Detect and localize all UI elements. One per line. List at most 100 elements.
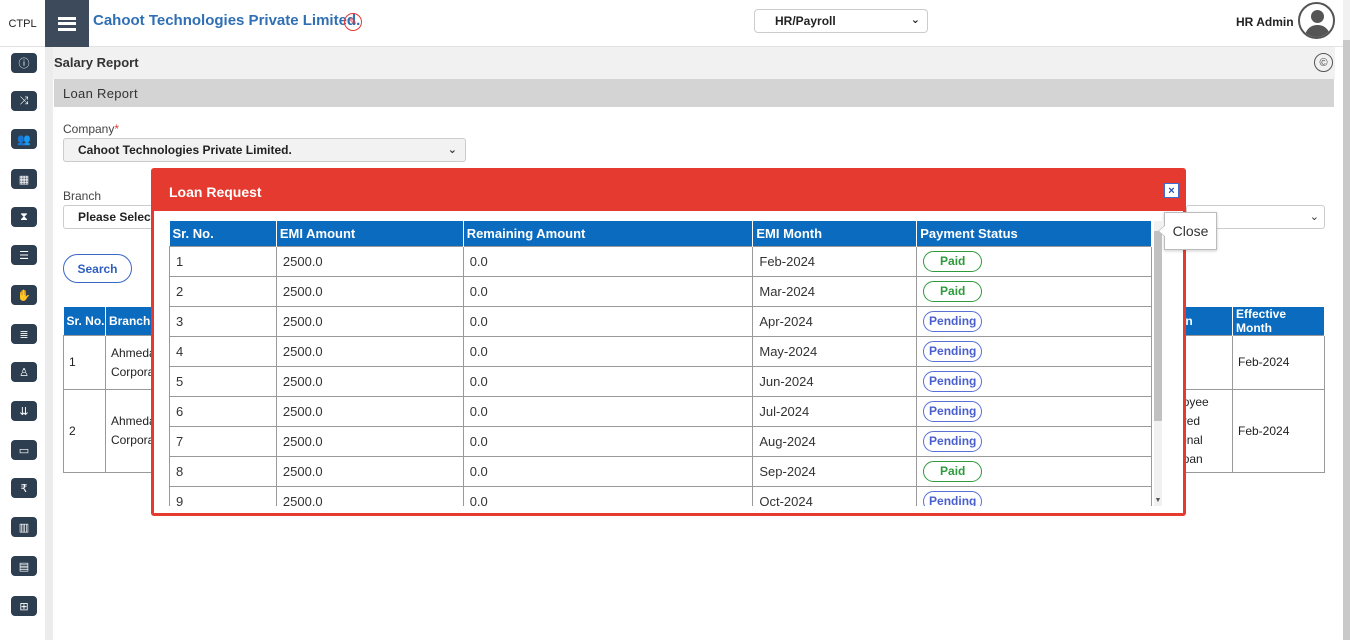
cell-emi-month: Jul-2024 bbox=[752, 395, 918, 427]
cell-emi-month: Oct-2024 bbox=[752, 485, 918, 506]
column-header: Remaining Amount bbox=[463, 221, 754, 246]
status-badge: Pending bbox=[923, 490, 983, 506]
company-select[interactable]: Cahoot Technologies Private Limited. ⌄ bbox=[63, 138, 466, 162]
cell-sr: 1 bbox=[63, 335, 106, 390]
column-header: EMI Month bbox=[752, 221, 918, 246]
briefcase-icon[interactable]: ▤ bbox=[11, 556, 37, 576]
page-header: Salary Report © bbox=[53, 47, 1335, 79]
status-badge: Pending bbox=[923, 430, 983, 452]
table-row[interactable]: 1 2500.0 0.0 Feb-2024 Paid bbox=[169, 245, 1152, 277]
cell-remaining-amount: 0.0 bbox=[462, 305, 754, 337]
brand-short[interactable]: CTPL bbox=[0, 0, 45, 47]
cell-remaining-amount: 0.0 bbox=[462, 335, 754, 367]
money-icon[interactable]: ▭ bbox=[11, 440, 37, 460]
branch-select-value: Please Select bbox=[78, 210, 155, 224]
sidebar-divider bbox=[45, 47, 53, 640]
status-badge: Paid bbox=[923, 280, 983, 302]
sort-icon[interactable]: ⇊ bbox=[11, 401, 37, 421]
cell-remaining-amount: 0.0 bbox=[462, 275, 754, 307]
page-scrollbar-thumb[interactable] bbox=[1343, 40, 1350, 640]
user-tie-icon[interactable]: ♙ bbox=[11, 362, 37, 382]
close-tooltip: Close bbox=[1158, 212, 1217, 250]
cell-remaining-amount: 0.0 bbox=[462, 425, 754, 457]
page-scrollbar[interactable] bbox=[1343, 0, 1350, 640]
cell-emi-amount: 2500.0 bbox=[275, 425, 464, 457]
table-row[interactable]: 8 2500.0 0.0 Sep-2024 Paid bbox=[169, 455, 1152, 487]
status-badge: Pending bbox=[923, 340, 983, 362]
table-row[interactable]: 4 2500.0 0.0 May-2024 Pending bbox=[169, 335, 1152, 367]
scrollbar-thumb[interactable] bbox=[1154, 231, 1162, 421]
server-icon[interactable]: ≣ bbox=[11, 324, 37, 344]
page-title: Salary Report bbox=[54, 55, 139, 70]
calendar-icon[interactable]: ▦ bbox=[11, 169, 37, 189]
user-name: HR Admin bbox=[1236, 15, 1294, 29]
cell-sr-no: 8 bbox=[169, 455, 277, 487]
cell-payment-status: Pending bbox=[916, 305, 1152, 337]
hourglass-icon[interactable]: ⧗ bbox=[11, 207, 37, 227]
section-header: Loan Report bbox=[54, 79, 1334, 107]
cell-emi-amount: 2500.0 bbox=[275, 305, 464, 337]
cell-emi-amount: 2500.0 bbox=[275, 245, 464, 277]
chevron-down-icon: ⌄ bbox=[910, 14, 920, 26]
sitemap-icon[interactable]: ⊞ bbox=[11, 596, 37, 616]
loan-request-table: Sr. No. EMI Amount Remaining Amount EMI … bbox=[169, 221, 1152, 506]
rupee-icon[interactable]: ₹ bbox=[11, 478, 37, 498]
cell-remaining-amount: 0.0 bbox=[462, 455, 754, 487]
cell-payment-status: Pending bbox=[916, 395, 1152, 427]
cell-sr-no: 4 bbox=[169, 335, 277, 367]
cell-remaining-amount: 0.0 bbox=[462, 365, 754, 397]
bar-chart-icon[interactable]: ▥ bbox=[11, 517, 37, 537]
column-header: Effective Month bbox=[1232, 307, 1325, 336]
column-header: Payment Status bbox=[916, 221, 1152, 246]
table-row[interactable]: 7 2500.0 0.0 Aug-2024 Pending bbox=[169, 425, 1152, 457]
status-badge: Paid bbox=[923, 460, 983, 482]
chevron-down-icon: ⌄ bbox=[447, 144, 457, 156]
cell-payment-status: Pending bbox=[916, 425, 1152, 457]
company-title: Cahoot Technologies Private Limited. bbox=[93, 12, 361, 29]
cell-emi-month: May-2024 bbox=[752, 335, 918, 367]
back-icon[interactable]: © bbox=[1314, 53, 1333, 72]
status-badge: Pending bbox=[923, 310, 983, 332]
close-icon[interactable]: × bbox=[1164, 183, 1179, 198]
menu-toggle-button[interactable] bbox=[45, 0, 89, 47]
table-row[interactable]: 2 2500.0 0.0 Mar-2024 Paid bbox=[169, 275, 1152, 307]
cell-sr-no: 2 bbox=[169, 275, 277, 307]
cell-emi-amount: 2500.0 bbox=[275, 455, 464, 487]
cell-month: Feb-2024 bbox=[1232, 389, 1325, 473]
table-row[interactable]: 3 2500.0 0.0 Apr-2024 Pending bbox=[169, 305, 1152, 337]
branch-select[interactable]: Please Select bbox=[63, 205, 163, 229]
sidebar: ⓘ ⤨ 👥 ▦ ⧗ ☰ ✋ ≣ ♙ ⇊ ▭ ₹ ▥ ▤ ⊞ bbox=[0, 47, 45, 640]
hand-icon[interactable]: ✋ bbox=[11, 285, 37, 305]
cell-emi-amount: 2500.0 bbox=[275, 485, 464, 506]
modal-body[interactable]: Sr. No. EMI Amount Remaining Amount EMI … bbox=[169, 221, 1162, 506]
shuffle-icon[interactable]: ⤨ bbox=[11, 91, 37, 111]
scroll-down-icon[interactable]: ▼ bbox=[1154, 496, 1162, 506]
table-row[interactable]: 6 2500.0 0.0 Jul-2024 Pending bbox=[169, 395, 1152, 427]
table-row[interactable]: 5 2500.0 0.0 Jun-2024 Pending bbox=[169, 365, 1152, 397]
module-select[interactable]: HR/Payroll ⌄ bbox=[754, 9, 928, 33]
required-marker: * bbox=[114, 122, 120, 136]
table-row[interactable]: 9 2500.0 0.0 Oct-2024 Pending bbox=[169, 485, 1152, 506]
avatar[interactable] bbox=[1298, 2, 1335, 39]
edit-icon[interactable]: ✎ bbox=[344, 13, 362, 31]
modal-title: Loan Request bbox=[169, 184, 262, 200]
cell-sr-no: 3 bbox=[169, 305, 277, 337]
cell-emi-month: Aug-2024 bbox=[752, 425, 918, 457]
module-select-value: HR/Payroll bbox=[775, 14, 836, 28]
cell-emi-month: Apr-2024 bbox=[752, 305, 918, 337]
cell-emi-month: Mar-2024 bbox=[752, 275, 918, 307]
company-select-value: Cahoot Technologies Private Limited. bbox=[78, 143, 292, 157]
branch-label: Branch bbox=[63, 189, 102, 203]
cell-sr-no: 5 bbox=[169, 365, 277, 397]
users-icon[interactable]: 👥 bbox=[11, 129, 37, 149]
search-button[interactable]: Search bbox=[63, 254, 132, 283]
avatar-body bbox=[1305, 25, 1330, 37]
cell-emi-amount: 2500.0 bbox=[275, 275, 464, 307]
column-header: EMI Amount bbox=[276, 221, 464, 246]
info-icon[interactable]: ⓘ bbox=[11, 53, 37, 73]
indent-icon[interactable]: ☰ bbox=[11, 245, 37, 265]
cell-emi-month: Jun-2024 bbox=[752, 365, 918, 397]
section-title: Loan Report bbox=[63, 86, 138, 101]
modal-scrollbar[interactable]: ▼ bbox=[1154, 221, 1162, 506]
cell-sr: 2 bbox=[63, 389, 106, 473]
